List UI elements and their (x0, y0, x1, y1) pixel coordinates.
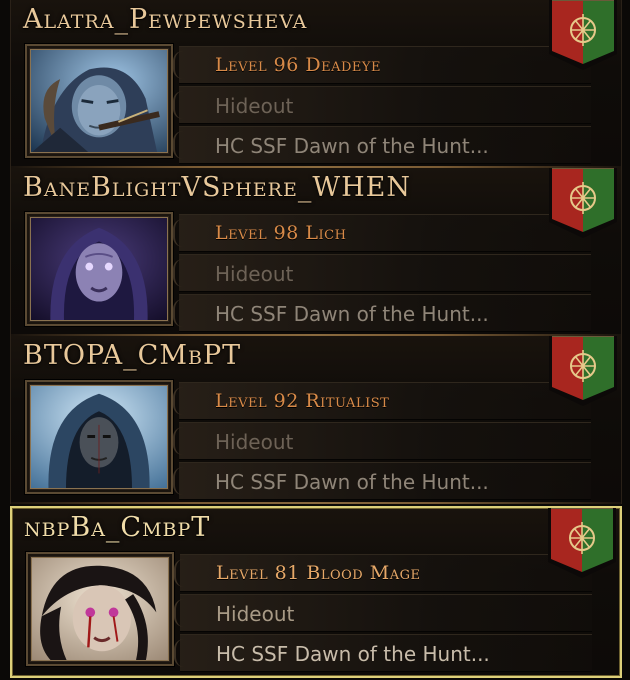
character-level-class: Level 81 Blood Mage (216, 562, 421, 584)
character-list: Alatra_Pewpewsheva Level 96 Deadeye Hide… (0, 0, 630, 680)
character-area: Hideout (215, 262, 294, 286)
league-banner-icon (549, 168, 617, 238)
class-row: Level 98 Lich (173, 214, 591, 252)
area-row: Hideout (173, 422, 591, 460)
league-banner-icon (549, 0, 617, 70)
character-league: HC SSF Dawn of the Hunt... (215, 302, 489, 326)
character-card-1[interactable]: Alatra_Pewpewsheva Level 96 Deadeye Hide… (10, 0, 622, 168)
character-league: HC SSF Dawn of the Hunt... (215, 134, 489, 158)
card-divider (11, 502, 621, 504)
character-league: HC SSF Dawn of the Hunt... (216, 642, 490, 666)
character-portrait-frame (25, 212, 173, 326)
character-area: Hideout (216, 602, 295, 626)
character-portrait-frame (25, 44, 173, 158)
character-area: Hideout (215, 430, 294, 454)
league-row: HC SSF Dawn of the Hunt... (173, 126, 591, 164)
league-row: HC SSF Dawn of the Hunt... (173, 294, 591, 332)
class-row: Level 92 Ritualist (173, 382, 591, 420)
league-banner-icon (549, 336, 617, 406)
character-league: HC SSF Dawn of the Hunt... (215, 470, 489, 494)
character-name: BTOPA_CMbPT (23, 340, 242, 371)
character-card-3[interactable]: BTOPA_CMbPT Level 92 Ritualist Hideout H… (10, 336, 622, 504)
character-card-2[interactable]: BaneBlightVSphere_WHEN Level 98 Lich Hid… (10, 168, 622, 336)
league-row: HC SSF Dawn of the Hunt... (173, 462, 591, 500)
class-row: Level 96 Deadeye (173, 46, 591, 84)
character-portrait-frame (25, 380, 173, 494)
blood-mage-portrait (32, 558, 168, 661)
character-name: BaneBlightVSphere_WHEN (23, 172, 411, 203)
area-row: Hideout (173, 254, 591, 292)
character-level-class: Level 96 Deadeye (215, 54, 381, 76)
character-name: nbpBa_CmbpT (24, 512, 211, 543)
area-row: Hideout (173, 86, 591, 124)
area-row: Hideout (174, 594, 592, 632)
lich-portrait (31, 218, 167, 321)
league-row: HC SSF Dawn of the Hunt... (174, 634, 592, 672)
character-area: Hideout (215, 94, 294, 118)
character-level-class: Level 98 Lich (215, 222, 347, 244)
deadeye-portrait (31, 50, 167, 153)
character-name: Alatra_Pewpewsheva (23, 4, 308, 35)
character-card-4-selected[interactable]: nbpBa_CmbpT Level 81 Blood Mage Hideout … (10, 506, 622, 678)
character-level-class: Level 92 Ritualist (215, 390, 390, 412)
character-portrait-frame (26, 552, 174, 666)
class-row: Level 81 Blood Mage (174, 554, 592, 592)
ritualist-portrait (31, 386, 167, 489)
league-banner-icon (548, 508, 616, 578)
